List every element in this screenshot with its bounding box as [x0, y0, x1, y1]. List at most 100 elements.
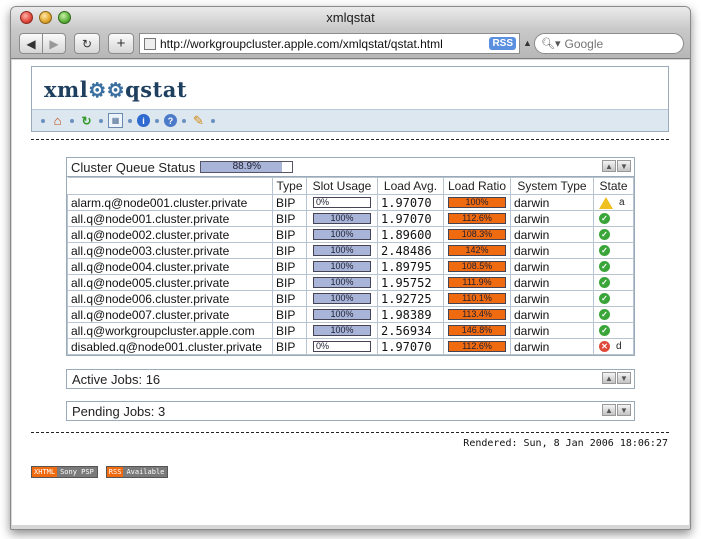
column-header-slot-usage[interactable]: Slot Usage [306, 177, 378, 195]
system-type-cell: darwin [510, 194, 594, 211]
collapse-up-button[interactable]: ▲ [602, 404, 616, 416]
xmlqstat-logo[interactable]: xml⚙⚙qstat [44, 77, 187, 102]
collapse-up-button[interactable]: ▲ [602, 160, 616, 172]
page-header: xml⚙⚙qstat ⌂ ↻ ▦ i ? ✎ [31, 66, 669, 132]
load-ratio-cell: 113.4% [443, 306, 511, 323]
queue-name-cell[interactable]: all.q@node007.cluster.private [67, 306, 273, 323]
load-ratio-cell: 100% [443, 194, 511, 211]
slot-usage-cell: 100% [306, 306, 378, 323]
system-type-cell: darwin [510, 290, 594, 307]
table-row[interactable]: all.q@node001.cluster.private BIP 100% 1.97… [67, 210, 634, 227]
queue-name-cell[interactable]: all.q@workgroupcluster.apple.com [67, 322, 273, 339]
pending-jobs-panel[interactable]: Pending Jobs: 3 ▲ ▼ [66, 401, 635, 421]
search-input[interactable] [564, 36, 675, 51]
slot-usage-cell: 100% [306, 290, 378, 307]
info-icon[interactable]: i [137, 114, 150, 127]
load-ratio-cell: 112.6% [443, 210, 511, 227]
search-field[interactable]: 🔍︎▾ [534, 33, 684, 54]
badge-left: RSS [106, 467, 124, 477]
expand-down-button[interactable]: ▼ [617, 160, 631, 172]
queue-type-cell: BIP [272, 338, 307, 355]
slot-usage-cell: 0% [306, 194, 378, 211]
edit-icon[interactable]: ✎ [191, 113, 206, 128]
cluster-usage-label: 88.9% [232, 161, 261, 172]
queue-name-cell[interactable]: disabled.q@node001.cluster.private [67, 338, 273, 355]
table-row[interactable]: all.q@node005.cluster.private BIP 100% 1.95… [67, 274, 634, 291]
slot-usage-label: 100% [330, 261, 354, 271]
table-row[interactable]: disabled.q@node001.cluster.private BIP 0% 1… [67, 338, 634, 355]
home-icon[interactable]: ⌂ [50, 113, 65, 128]
column-header-type[interactable]: Type [272, 177, 307, 195]
slot-usage-label: 100% [330, 293, 354, 303]
state-indicator: ✓ [597, 277, 630, 288]
triangle-up-icon: ▲ [605, 161, 613, 171]
column-header-load-avg[interactable]: Load Avg. [377, 177, 444, 195]
check-ok-icon: ✓ [599, 245, 610, 256]
load-ratio-bar: 146.8% [448, 325, 506, 336]
refresh-icon[interactable]: ↻ [79, 113, 94, 128]
load-ratio-label: 112.6% [462, 213, 492, 223]
expand-down-button[interactable]: ▼ [617, 404, 631, 416]
state-cell: a [593, 194, 634, 211]
triangle-down-icon: ▼ [620, 161, 628, 171]
rss-badge[interactable]: RSS Available [105, 466, 169, 478]
state-indicator: ✓ [597, 229, 630, 240]
queue-name-cell[interactable]: all.q@node003.cluster.private [67, 242, 273, 259]
badge-left: XHTML [32, 467, 58, 477]
table-row[interactable]: all.q@node003.cluster.private BIP 100% 2.48… [67, 242, 634, 259]
slot-usage-label: 100% [330, 277, 354, 287]
forward-button[interactable]: ▶ [42, 33, 66, 54]
slot-usage-bar: 100% [313, 293, 371, 304]
slot-usage-bar: 100% [313, 213, 371, 224]
table-row[interactable]: all.q@node002.cluster.private BIP 100% 1.89… [67, 226, 634, 243]
address-bar[interactable]: http://workgroupcluster.apple.com/xmlqst… [139, 33, 520, 54]
cluster-queue-panel: Cluster Queue Status 88.9% ▲ ▼ Type Slot… [66, 157, 635, 356]
load-ratio-bar: 100% [448, 197, 506, 208]
load-ratio-label: 108.3% [461, 229, 493, 239]
slot-usage-cell: 100% [306, 322, 378, 339]
collapse-up-button[interactable]: ▲ [602, 372, 616, 384]
xhtml-badge[interactable]: XHTML Sony PSP [31, 466, 98, 478]
column-header-state[interactable]: State [593, 177, 634, 195]
load-ratio-cell: 142% [443, 242, 511, 259]
active-jobs-panel[interactable]: Active Jobs: 16 ▲ ▼ [66, 369, 635, 389]
back-button[interactable]: ◀ [19, 33, 43, 54]
rss-button[interactable]: RSS [489, 37, 516, 50]
reload-button[interactable]: ↻ [74, 33, 100, 54]
system-type-cell: darwin [510, 210, 594, 227]
load-ratio-label: 113.4% [462, 309, 492, 319]
table-icon[interactable]: ▦ [108, 113, 123, 128]
state-indicator: ✓ [597, 213, 630, 224]
column-header-system-type[interactable]: System Type [510, 177, 594, 195]
queue-table-body: alarm.q@node001.cluster.private BIP 0% 1.97… [67, 194, 634, 355]
queue-name-cell[interactable]: alarm.q@node001.cluster.private [67, 194, 273, 211]
queue-name-cell[interactable]: all.q@node001.cluster.private [67, 210, 273, 227]
queue-name-cell[interactable]: all.q@node006.cluster.private [67, 290, 273, 307]
window-title: xmlqstat [326, 10, 375, 25]
separator-dot [182, 118, 186, 123]
back-arrow-icon: ◀ [26, 36, 36, 51]
queue-type-cell: BIP [272, 210, 307, 227]
expand-down-button[interactable]: ▼ [617, 372, 631, 384]
browser-toolbar: ◀ ▶ ↻ + http://workgroupcluster.apple.co… [11, 29, 690, 59]
load-ratio-cell: 146.8% [443, 322, 511, 339]
table-row[interactable]: all.q@workgroupcluster.apple.com BIP 100% 2… [67, 322, 634, 339]
add-bookmark-button[interactable]: + [108, 33, 134, 54]
logo-text-left: xml [44, 77, 89, 102]
slot-usage-bar: 100% [313, 261, 371, 272]
state-cell: ✓ [593, 210, 634, 227]
help-icon[interactable]: ? [164, 114, 177, 127]
column-header-load-ratio[interactable]: Load Ratio [443, 177, 511, 195]
table-row[interactable]: all.q@node007.cluster.private BIP 100% 1.98… [67, 306, 634, 323]
table-row[interactable]: all.q@node006.cluster.private BIP 100% 1.92… [67, 290, 634, 307]
queue-name-cell[interactable]: all.q@node002.cluster.private [67, 226, 273, 243]
load-ratio-label: 142% [465, 245, 489, 255]
system-type-cell: darwin [510, 322, 594, 339]
table-row[interactable]: alarm.q@node001.cluster.private BIP 0% 1.97… [67, 194, 634, 211]
title-bar: xmlqstat [11, 7, 690, 29]
queue-name-cell[interactable]: all.q@node005.cluster.private [67, 274, 273, 291]
slot-usage-label: 100% [330, 213, 354, 223]
queue-name-cell[interactable]: all.q@node004.cluster.private [67, 258, 273, 275]
table-row[interactable]: all.q@node004.cluster.private BIP 100% 1.89… [67, 258, 634, 275]
url-text[interactable]: http://workgroupcluster.apple.com/xmlqst… [160, 37, 489, 51]
